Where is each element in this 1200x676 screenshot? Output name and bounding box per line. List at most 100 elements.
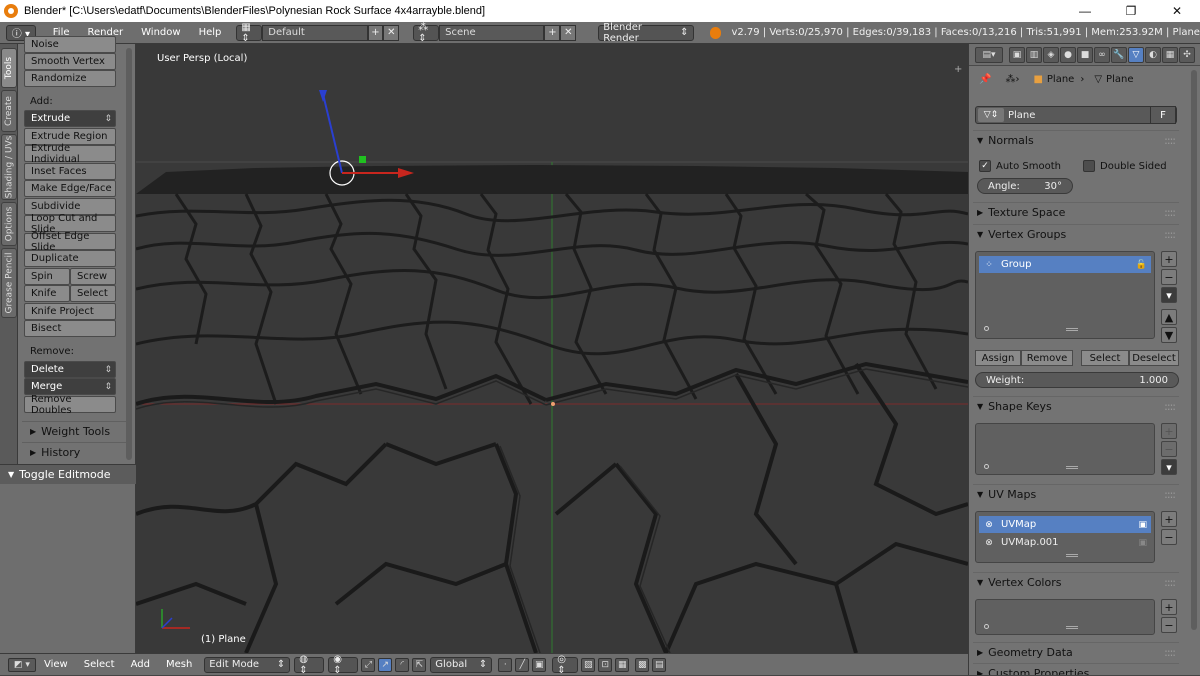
tool-panel-scrollbar[interactable] [126,48,132,460]
vertex-colors-list[interactable] [975,599,1155,635]
panel-grip-icon[interactable]: :::: [1164,646,1176,659]
list-item[interactable]: ⊗ UVMap.001 ▣ [979,534,1151,551]
loop-cut-slide-button[interactable]: Loop Cut and Slide [24,213,116,235]
fake-user-button[interactable]: F [1150,106,1176,124]
properties-scrollbar[interactable] [1191,70,1197,630]
texture-tab-icon[interactable]: ▦ [1162,46,1178,63]
remove-layout-icon[interactable]: ✕ [383,24,400,41]
knife-select-button[interactable]: Select [70,285,116,302]
normals-panel-header[interactable]: ▼ Normals:::: [973,130,1179,150]
snap-element-icon[interactable]: ▦ [615,657,630,672]
spin-button[interactable]: Spin [24,268,70,285]
list-filter-icon[interactable] [984,624,989,629]
minimize-button[interactable]: — [1062,0,1108,22]
translate-manipulator-icon[interactable]: ↗ [378,657,393,672]
limit-selection-icon[interactable]: ▧ [581,657,596,672]
mesh-name-field[interactable]: ▽⇕ Plane F [975,106,1177,124]
menu-window[interactable]: Window [132,27,189,38]
list-filter-icon[interactable] [984,464,989,469]
mesh-data-tab-icon[interactable]: ▽ [1128,46,1144,63]
editor-type-properties-icon[interactable]: ▤▾ [975,46,1003,63]
object-tab-icon[interactable]: ■ [1077,46,1093,63]
scene-field[interactable]: Scene [439,24,545,41]
constraints-tab-icon[interactable]: ∞ [1094,46,1110,63]
modifiers-tab-icon[interactable]: 🔧 [1111,46,1127,63]
delete-dropdown[interactable]: Delete [24,361,116,378]
3d-viewport[interactable]: + User Persp (Local) (1) Plane [136,44,968,653]
menu-add[interactable]: Add [123,659,158,670]
add-shape-key-button[interactable]: + [1161,423,1177,439]
shape-keys-panel-header[interactable]: ▼ Shape Keys:::: [973,396,1179,416]
remove-button[interactable]: Remove [1021,350,1073,366]
editor-type-3dview-icon[interactable]: ◩ ▾ [8,657,36,672]
render-still-icon[interactable]: ▩ [635,657,650,672]
panel-grip-icon[interactable]: :::: [1164,134,1176,147]
assign-button[interactable]: Assign [975,350,1021,366]
tab-grease-pencil[interactable]: Grease Pencil [1,248,17,318]
scene-tab-icon[interactable]: ◈ [1043,46,1059,63]
menu-mesh[interactable]: Mesh [158,659,200,670]
texture-space-panel-header[interactable]: ▶ Texture Space:::: [973,202,1179,222]
add-layout-icon[interactable]: + [367,24,384,41]
double-sided-checkbox[interactable]: Double Sided [1083,160,1167,172]
maximize-button[interactable]: ❐ [1108,0,1154,22]
edge-select-icon[interactable]: ╱ [515,657,530,672]
list-item[interactable]: ⊗ UVMap ▣ [979,516,1151,533]
remove-doubles-button[interactable]: Remove Doubles [24,394,116,416]
viewport-shading-icon[interactable]: ◍ ⇕ [294,654,325,676]
tab-options[interactable]: Options [1,202,17,246]
render-tab-icon[interactable]: ▣ [1009,46,1025,63]
inset-faces-button[interactable]: Inset Faces [24,163,116,180]
mesh-browse-icon[interactable]: ▽⇕ [978,108,1004,122]
custom-properties-panel-header[interactable]: ▶ Custom Properties [973,663,1179,675]
toggle-editmode-panel-header[interactable]: ▼ Toggle Editmode [0,464,136,484]
manipulator-toggle-icon[interactable]: ⤢ [361,657,376,672]
panel-grip-icon[interactable]: :::: [1164,488,1176,501]
vertex-colors-panel-header[interactable]: ▼ Vertex Colors:::: [973,572,1179,592]
duplicate-button[interactable]: Duplicate [24,250,116,267]
remove-vertex-color-button[interactable]: − [1161,617,1177,633]
panel-grip-icon[interactable]: :::: [1164,400,1176,413]
vertex-group-specials-button[interactable]: ▾ [1161,287,1177,303]
remove-uv-map-button[interactable]: − [1161,529,1177,545]
vertex-groups-list[interactable]: ⁘ Group 🔓 [975,251,1155,339]
uv-maps-list[interactable]: ⊗ UVMap ▣ ⊗ UVMap.001 ▣ [975,511,1155,563]
add-vertex-group-button[interactable]: + [1161,251,1177,267]
list-resize-handle[interactable] [1066,554,1078,557]
scale-manipulator-icon[interactable]: ⇱ [412,657,427,672]
render-engine-dropdown[interactable]: Blender Render ⇕ [598,22,694,44]
weight-slider[interactable]: Weight: 1.000 [975,372,1179,388]
snap-icon[interactable]: ⊡ [598,657,613,672]
list-resize-handle[interactable] [1066,328,1078,331]
rotate-manipulator-icon[interactable]: ◜ [395,657,410,672]
extrude-individual-button[interactable]: Extrude Individual [24,143,116,165]
screen-layout-field[interactable]: Default [262,24,368,41]
panel-grip-icon[interactable]: :::: [1164,228,1176,241]
select-button[interactable]: Select [1081,350,1129,366]
list-resize-handle[interactable] [1066,626,1078,629]
material-tab-icon[interactable]: ◐ [1145,46,1161,63]
vertex-select-icon[interactable]: · [498,657,513,672]
add-scene-icon[interactable]: + [544,24,561,41]
make-edge-face-button[interactable]: Make Edge/Face [24,180,116,197]
weight-tools-panel-header[interactable]: ▶ Weight Tools [22,421,132,440]
screen-layout-icon[interactable]: ▦ ⇕ [236,22,263,44]
knife-button[interactable]: Knife [24,285,70,302]
auto-smooth-checkbox[interactable]: ✓ Auto Smooth [979,160,1061,172]
smooth-vertex-button[interactable]: Smooth Vertex [24,53,116,70]
randomize-button[interactable]: Randomize [24,70,116,87]
geometry-data-panel-header[interactable]: ▶ Geometry Data:::: [973,642,1179,662]
tab-create[interactable]: Create [1,90,17,132]
remove-scene-icon[interactable]: ✕ [560,24,577,41]
proportional-edit-icon[interactable]: ◎ ⇕ [552,654,579,676]
bisect-button[interactable]: Bisect [24,320,116,337]
merge-dropdown[interactable]: Merge [24,378,116,395]
vertex-groups-panel-header[interactable]: ▼ Vertex Groups:::: [973,224,1179,244]
remove-shape-key-button[interactable]: − [1161,441,1177,457]
lock-icon[interactable]: 🔓 [1136,260,1147,270]
remove-vertex-group-button[interactable]: − [1161,269,1177,285]
deselect-button[interactable]: Deselect [1129,350,1179,366]
camera-icon[interactable]: ▣ [1138,520,1147,530]
uv-maps-panel-header[interactable]: ▼ UV Maps:::: [973,484,1179,504]
move-down-button[interactable]: ▼ [1161,327,1177,343]
